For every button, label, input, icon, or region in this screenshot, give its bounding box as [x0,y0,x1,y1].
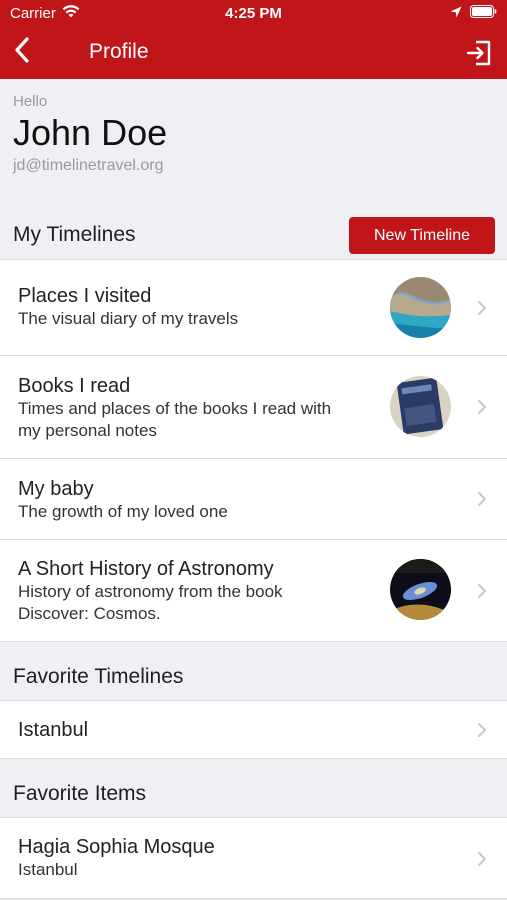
chevron-left-icon [14,36,30,68]
user-name: John Doe [13,112,168,153]
location-arrow-icon [450,5,462,22]
timeline-title: My baby [18,478,94,500]
timeline-row[interactable]: A Short History of Astronomy History of … [0,540,507,642]
status-time: 4:25 PM [225,5,282,22]
favorite-timeline-title: Istanbul [18,719,89,741]
chevron-right-icon [477,583,487,599]
sign-out-icon [465,40,493,71]
nav-bar: Profile [0,27,507,79]
logout-button[interactable] [465,39,493,67]
timeline-subtitle: The visual diary of my travels [18,309,239,328]
timeline-subtitle: Times and places of the books I read wit… [18,399,332,440]
favorite-items-header: Favorite Items [0,759,507,817]
section-title: My Timelines [13,223,136,246]
chevron-right-icon [477,851,487,867]
timeline-row[interactable]: Places I visited The visual diary of my … [0,260,507,356]
section-title: Favorite Items [13,782,147,805]
greeting-label: Hello [13,93,48,110]
favorite-item-subtitle: Istanbul [18,860,78,879]
user-email: jd@timelinetravel.org [13,157,164,174]
chevron-right-icon [477,300,487,316]
section-title: Favorite Timelines [13,665,184,688]
favorite-timelines-list: Istanbul [0,700,507,759]
chevron-right-icon [477,491,487,507]
favorite-timelines-header: Favorite Timelines [0,642,507,700]
profile-greeting: Hello John Doe jd@timelinetravel.org [0,79,507,211]
new-timeline-button[interactable]: New Timeline [349,217,495,254]
favorite-timeline-row[interactable]: Istanbul [0,701,507,759]
my-timelines-header: My Timelines New Timeline [0,211,507,259]
chevron-right-icon [477,399,487,415]
timeline-thumbnail [390,376,451,437]
timeline-subtitle: The growth of my loved one [18,502,228,521]
my-timelines-list: Places I visited The visual diary of my … [0,259,507,642]
timeline-row[interactable]: Books I read Times and places of the boo… [0,356,507,459]
timeline-thumbnail [390,559,451,620]
status-bar: Carrier 4:25 PM [0,0,507,27]
favorite-item-title: Hagia Sophia Mosque [18,836,215,858]
favorite-items-list: Hagia Sophia Mosque Istanbul [0,817,507,899]
timeline-thumbnail [390,277,451,338]
battery-icon [470,5,497,22]
timeline-row[interactable]: My baby The growth of my loved one [0,459,507,540]
favorite-item-row[interactable]: Hagia Sophia Mosque Istanbul [0,818,507,899]
timeline-subtitle: History of astronomy from the book Disco… [18,582,283,623]
status-right [450,5,497,22]
back-button[interactable] [8,36,36,68]
chevron-right-icon [477,722,487,738]
nav-title: Profile [89,40,149,63]
